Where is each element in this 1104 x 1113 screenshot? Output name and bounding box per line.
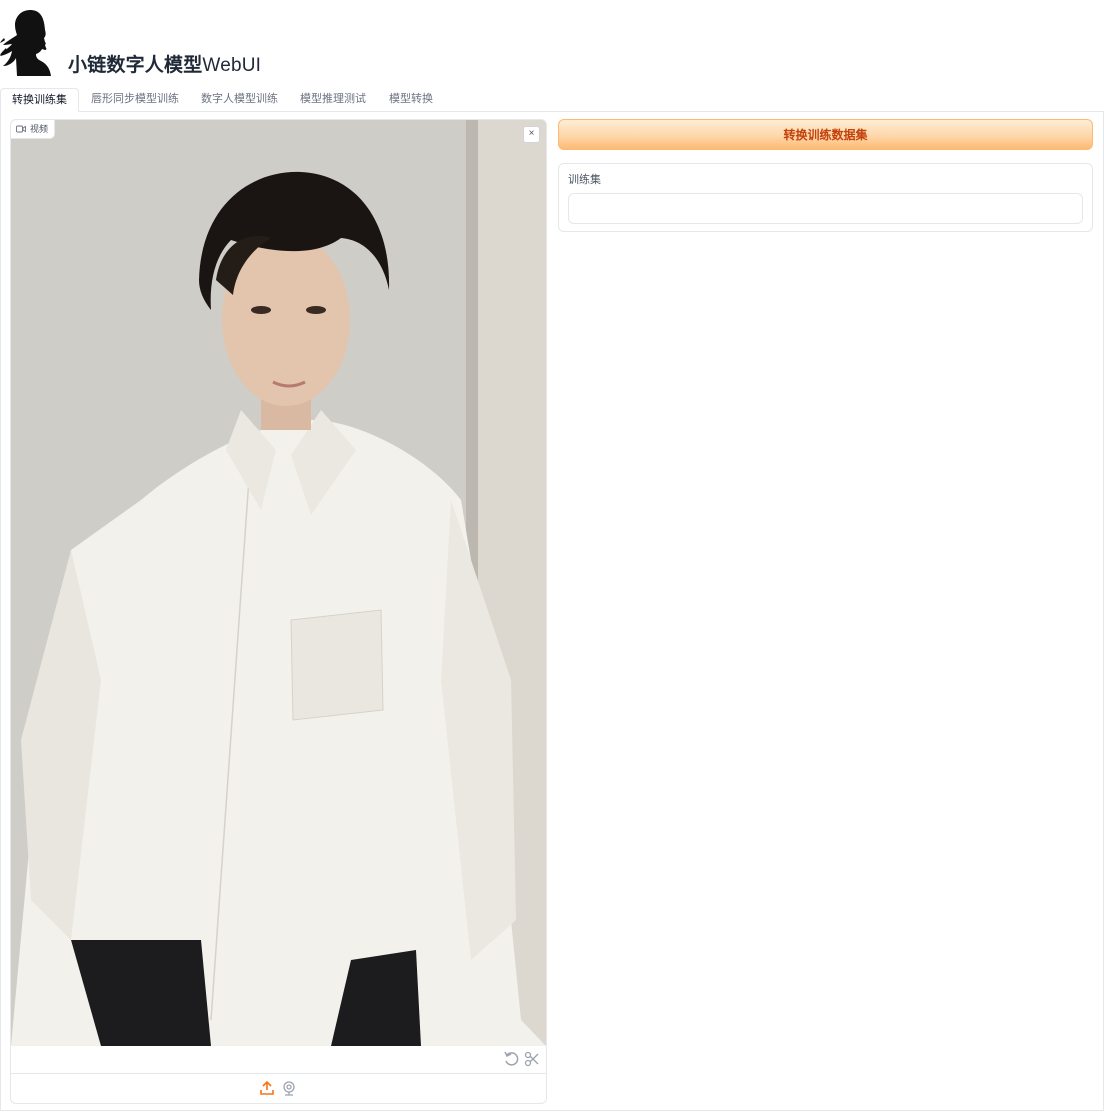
woman-silhouette-icon bbox=[0, 10, 51, 76]
webcam-icon[interactable] bbox=[280, 1079, 298, 1097]
video-input[interactable]: 视频 × bbox=[10, 119, 547, 1104]
dataset-label: 训练集 bbox=[568, 174, 601, 186]
dataset-field: 训练集 bbox=[558, 163, 1093, 232]
video-label-text: 视频 bbox=[30, 124, 49, 134]
video-preview[interactable]: 视频 × bbox=[11, 120, 546, 1046]
tab-inference-test[interactable]: 模型推理测试 bbox=[300, 88, 366, 110]
video-frame-image bbox=[11, 120, 546, 1046]
app-title-en: WebUI bbox=[202, 55, 262, 76]
scissors-icon[interactable] bbox=[523, 1050, 541, 1068]
video-camera-icon bbox=[16, 125, 26, 133]
close-icon[interactable]: × bbox=[523, 126, 540, 143]
upload-icon[interactable] bbox=[258, 1079, 276, 1097]
video-source-bar bbox=[11, 1074, 546, 1103]
video-edit-toolbar bbox=[11, 1046, 546, 1074]
undo-icon[interactable] bbox=[502, 1050, 520, 1068]
tab-model-convert[interactable]: 模型转换 bbox=[389, 88, 433, 110]
convert-dataset-button[interactable]: 转换训练数据集 bbox=[558, 119, 1093, 150]
tab-digital-human-training[interactable]: 数字人模型训练 bbox=[201, 88, 278, 110]
tab-bar: 转换训练集 唇形同步模型训练 数字人模型训练 模型推理测试 模型转换 bbox=[0, 88, 1104, 112]
video-label: 视频 bbox=[11, 120, 56, 139]
app-header: 小链数字人模型WebUI bbox=[0, 0, 1104, 88]
dataset-input[interactable] bbox=[568, 193, 1083, 224]
app-title-cn: 小链数字人模型 bbox=[68, 55, 203, 76]
app-title: 小链数字人模型WebUI bbox=[68, 50, 261, 77]
tab-lipsync-training[interactable]: 唇形同步模型训练 bbox=[91, 88, 179, 110]
tab-convert-dataset[interactable]: 转换训练集 bbox=[0, 88, 79, 112]
